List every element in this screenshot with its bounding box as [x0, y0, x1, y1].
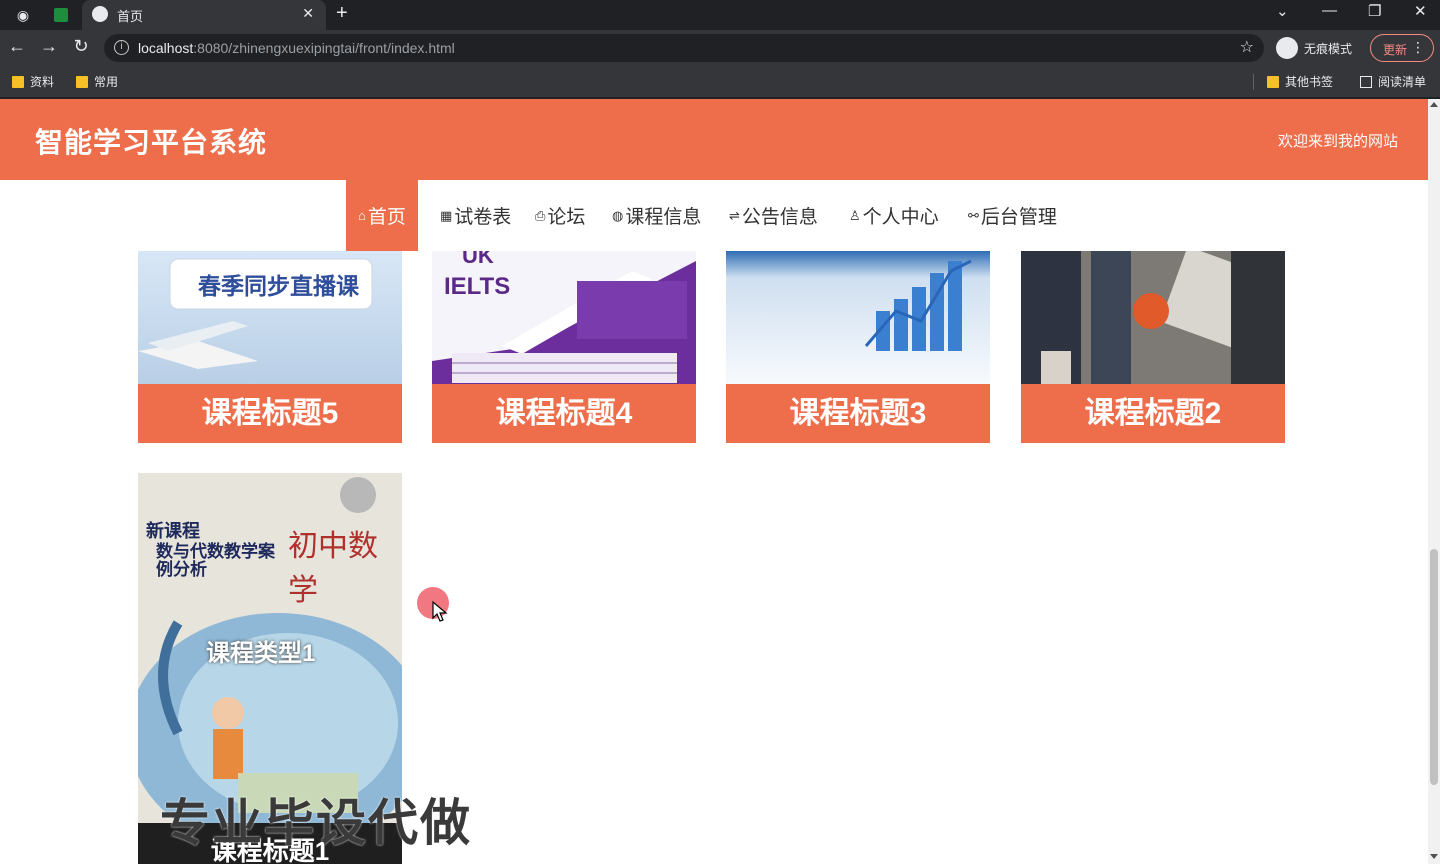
course-image: UK IELTS [432, 251, 696, 384]
course-card[interactable]: 课程标题3 [726, 251, 990, 443]
home-icon: ⌂ [358, 208, 366, 223]
nav-announcements[interactable]: ⇌ 公告信息 [729, 180, 818, 251]
bookmark-folder-常用[interactable]: 常用 [76, 73, 118, 90]
page-viewport: 智能学习平台系统 欢迎来到我的网站 ⌂ 首页 ▦ 试卷表 ⎙ 论坛 ◍ 课程信息… [0, 99, 1440, 864]
welcome-text: 欢迎来到我的网站 [1277, 133, 1398, 150]
incognito-icon [1276, 37, 1298, 59]
browser-toolbar: ← → ↻ i localhost:8080/zhinengxuexipingt… [0, 30, 1440, 66]
globe-icon [92, 6, 108, 22]
browser-tab-bar: ◉ 首页 ✕ + ⌄ — ❐ ✕ [0, 0, 1440, 30]
reading-list[interactable]: 阅读清单 [1360, 73, 1426, 90]
tab-search-icon[interactable]: ⌄ [1276, 2, 1289, 20]
user-icon: ♙ [849, 207, 861, 223]
image-caption: 新课程 [146, 521, 200, 541]
scroll-up-icon[interactable] [1430, 102, 1438, 107]
folder-icon [1267, 75, 1279, 88]
folder-icon [12, 75, 24, 88]
reading-list-icon [1360, 75, 1372, 88]
window-close-icon[interactable]: ✕ [1414, 2, 1427, 20]
nav-exam-papers[interactable]: ▦ 试卷表 [440, 180, 511, 251]
mouse-cursor-icon [432, 601, 448, 622]
divider [1253, 74, 1254, 90]
back-icon[interactable]: ← [6, 36, 28, 57]
address-bar[interactable]: i localhost:8080/zhinengxuexipingtai/fro… [104, 34, 1264, 62]
course-title: 课程标题2 [1021, 384, 1285, 443]
nav-personal-center[interactable]: ♙ 个人中心 [849, 180, 939, 251]
close-tab-icon[interactable]: ✕ [302, 5, 314, 22]
scroll-down-icon[interactable] [1430, 854, 1438, 859]
main-nav: ⌂ 首页 ▦ 试卷表 ⎙ 论坛 ◍ 课程信息 ⇌ 公告信息 ♙ 个人中心 ⚯ 后… [0, 180, 1428, 251]
course-title: 课程标题5 [138, 384, 402, 443]
active-tab[interactable]: 首页 ✕ [82, 0, 326, 30]
browser-menu-icon[interactable]: ◉ [12, 4, 34, 26]
course-image [726, 251, 990, 384]
course-image: 新课程 数与代数教学案例分析 初中数学 课程类型1 [138, 473, 402, 827]
scroll-thumb[interactable] [1430, 549, 1438, 785]
course-title: 课程标题4 [432, 384, 696, 443]
image-caption: 数与代数教学案例分析 [156, 542, 275, 579]
nav-forum[interactable]: ⎙ 论坛 [535, 180, 585, 251]
bookmark-star-icon[interactable]: ☆ [1240, 37, 1254, 57]
course-card[interactable]: 春季同步直播课 课程标题5 [138, 251, 402, 443]
course-image [1021, 251, 1285, 384]
globe-icon: ◍ [612, 207, 624, 223]
course-card[interactable]: UK IELTS 课程标题4 [432, 251, 696, 443]
course-title: 课程标题3 [726, 384, 990, 443]
folder-icon [76, 75, 88, 88]
image-caption: 春季同步直播课 [198, 273, 359, 300]
nav-home[interactable]: ⌂ 首页 [346, 180, 418, 251]
image-caption: 初中数学 [288, 529, 378, 608]
grid-icon: ▦ [440, 207, 453, 223]
sliders-icon: ⇌ [729, 207, 740, 223]
forward-icon[interactable]: → [38, 36, 60, 57]
link-icon: ⚯ [968, 207, 979, 223]
printer-icon: ⎙ [535, 207, 546, 223]
tab-title: 首页 [117, 9, 144, 24]
course-card[interactable]: 课程标题2 [1021, 251, 1285, 443]
incognito-profile[interactable]: 无痕模式 [1276, 36, 1352, 60]
bookmark-folder-资料[interactable]: 资料 [12, 73, 54, 90]
minimize-icon[interactable]: — [1322, 2, 1337, 19]
course-image: 春季同步直播课 [138, 251, 402, 384]
image-caption: 课程类型1 [206, 640, 316, 667]
new-tab-button[interactable]: + [336, 2, 348, 25]
app-shortcut-icon[interactable] [50, 4, 72, 26]
url-text: localhost:8080/zhinengxuexipingtai/front… [138, 40, 455, 56]
nav-course-info[interactable]: ◍ 课程信息 [612, 180, 701, 251]
watermark-text: 专业毕设代做 [160, 795, 472, 851]
nav-admin[interactable]: ⚯ 后台管理 [968, 180, 1057, 251]
more-menu-icon[interactable]: ⋮ [1411, 39, 1425, 56]
site-info-icon[interactable]: i [114, 40, 129, 55]
site-header: 智能学习平台系统 欢迎来到我的网站 [0, 99, 1428, 180]
other-bookmarks[interactable]: 其他书签 [1267, 73, 1333, 90]
reload-icon[interactable]: ↻ [70, 36, 92, 57]
update-button[interactable]: 更新 ⋮ [1370, 34, 1434, 62]
image-caption: IELTS [444, 273, 511, 300]
page-scrollbar[interactable] [1428, 99, 1440, 864]
site-title: 智能学习平台系统 [35, 127, 268, 158]
bookmarks-bar: 资料 常用 其他书签 阅读清单 [0, 66, 1440, 98]
image-caption: UK [462, 251, 494, 268]
restore-icon[interactable]: ❐ [1368, 2, 1381, 20]
